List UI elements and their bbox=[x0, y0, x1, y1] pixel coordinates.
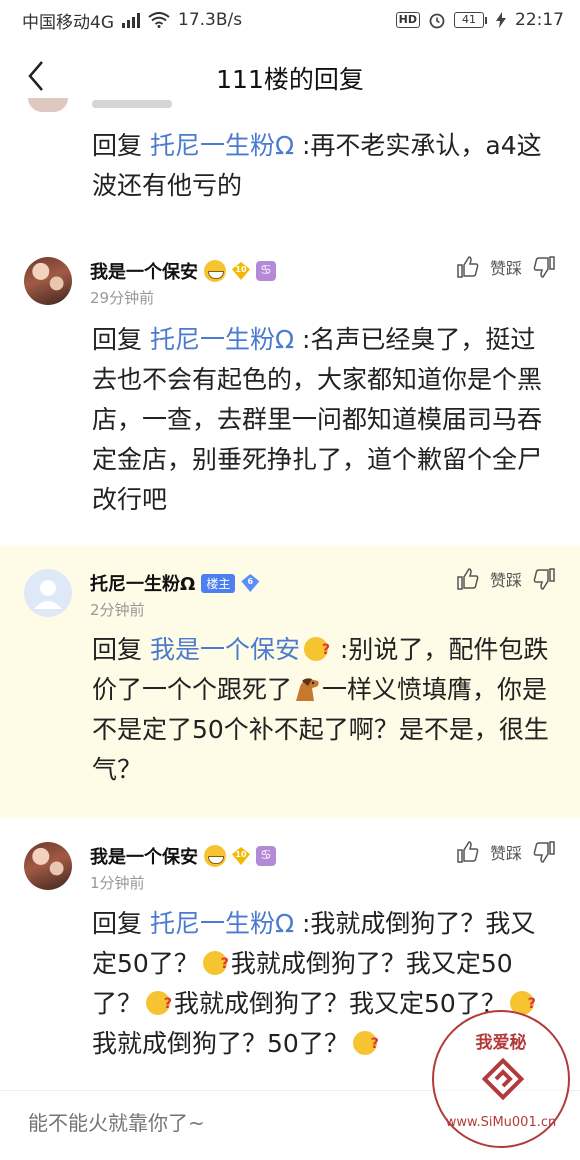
comment-item-owner: 托尼一生粉Ω 楼主 6 2分钟前 赞踩 回复 我是一个保安 :别说了，配件包跌价… bbox=[0, 546, 580, 818]
timestamp: 29分钟前 bbox=[90, 289, 155, 307]
clock: 22:17 bbox=[515, 10, 564, 30]
avatar[interactable] bbox=[24, 569, 72, 617]
watermark-url: www.SiMu001.cn bbox=[445, 1115, 557, 1130]
comment-item: 我是一个保安 10 ♋ 29分钟前 赞踩 回复 托尼一生粉Ω :名声已经臭了，挺… bbox=[0, 240, 580, 540]
wifi-icon bbox=[148, 12, 170, 28]
vote-label: 赞踩 bbox=[489, 571, 522, 590]
carrier-label: 中国移动4G bbox=[22, 12, 114, 33]
username bbox=[92, 100, 172, 108]
page-title: 111楼的回复 bbox=[216, 65, 364, 94]
reply-text: 回复 我是一个保安 :别说了，配件包跌价了一个个跟死了一样义愤填膺，你是不是定了… bbox=[92, 630, 554, 790]
username[interactable]: 我是一个保安 10 ♋ bbox=[90, 843, 276, 869]
watermark-logo-icon bbox=[481, 1057, 525, 1101]
thumbs-down-icon[interactable] bbox=[532, 567, 556, 591]
thinking-emoji-icon bbox=[202, 944, 229, 984]
reply-target-link[interactable]: 我是一个保安 bbox=[150, 630, 332, 670]
thinking-emoji-icon bbox=[352, 1024, 379, 1064]
vote-actions: 赞踩 bbox=[456, 567, 556, 591]
vote-actions: 赞踩 bbox=[456, 255, 556, 279]
vote-label: 赞踩 bbox=[489, 844, 522, 863]
vote-label: 赞踩 bbox=[489, 259, 522, 278]
vote-actions: 赞踩 bbox=[456, 840, 556, 864]
grin-emoji-icon bbox=[204, 845, 226, 867]
thumbs-down-icon[interactable] bbox=[532, 255, 556, 279]
reply-text: 回复 托尼一生粉Ω :名声已经臭了，挺过去也不会有起色的，大家都知道你是个黑店，… bbox=[92, 325, 543, 514]
horse-emoji-icon bbox=[296, 678, 319, 701]
thumbs-up-icon[interactable] bbox=[456, 840, 480, 864]
owner-badge: 楼主 bbox=[201, 573, 236, 593]
default-avatar-icon bbox=[34, 580, 62, 609]
level-badge: 10 bbox=[232, 262, 250, 280]
thumbs-down-icon[interactable] bbox=[532, 840, 556, 864]
zodiac-badge: ♋ bbox=[256, 846, 276, 866]
avatar[interactable] bbox=[24, 842, 72, 890]
nav-bar: 111楼的回复 bbox=[0, 40, 580, 110]
timestamp: 2分钟前 bbox=[90, 601, 145, 619]
reply-target-link[interactable]: 托尼一生粉Ω bbox=[150, 909, 294, 938]
timestamp: 1分钟前 bbox=[90, 874, 145, 892]
signal-icon bbox=[122, 12, 140, 28]
username[interactable]: 我是一个保安 10 ♋ bbox=[90, 258, 276, 284]
status-bar: 中国移动4G 17.3B/s HD 41 22:17 bbox=[0, 0, 580, 40]
grin-emoji-icon bbox=[204, 260, 226, 282]
reply-target-link[interactable]: 托尼一生粉Ω bbox=[150, 131, 294, 160]
thumbs-up-icon[interactable] bbox=[456, 255, 480, 279]
avatar[interactable] bbox=[24, 257, 72, 305]
battery-level: 41 bbox=[454, 12, 484, 28]
charging-icon bbox=[496, 12, 506, 28]
username[interactable]: 托尼一生粉Ω 楼主 6 bbox=[90, 570, 260, 596]
watermark-stamp: 我爱秘 www.SiMu001.cn bbox=[432, 1010, 570, 1148]
watermark-text: 我爱秘 bbox=[475, 1033, 527, 1053]
zodiac-badge: ♋ bbox=[256, 261, 276, 281]
grin-emoji-icon bbox=[303, 630, 330, 670]
battery-icon: 41 bbox=[454, 12, 487, 28]
reply-target-link[interactable]: 托尼一生粉Ω bbox=[150, 325, 294, 354]
level-badge: 10 bbox=[232, 847, 250, 865]
level-badge: 6 bbox=[241, 574, 260, 592]
hd-icon: HD bbox=[395, 12, 420, 28]
thumbs-up-icon[interactable] bbox=[456, 567, 480, 591]
reply-input[interactable] bbox=[28, 1111, 428, 1135]
network-speed: 17.3B/s bbox=[178, 10, 243, 30]
alarm-icon bbox=[429, 13, 445, 29]
reply-text: 回复 托尼一生粉Ω :再不老实承认，a4这波还有他亏的 bbox=[92, 131, 542, 200]
thinking-emoji-icon bbox=[146, 984, 172, 1024]
